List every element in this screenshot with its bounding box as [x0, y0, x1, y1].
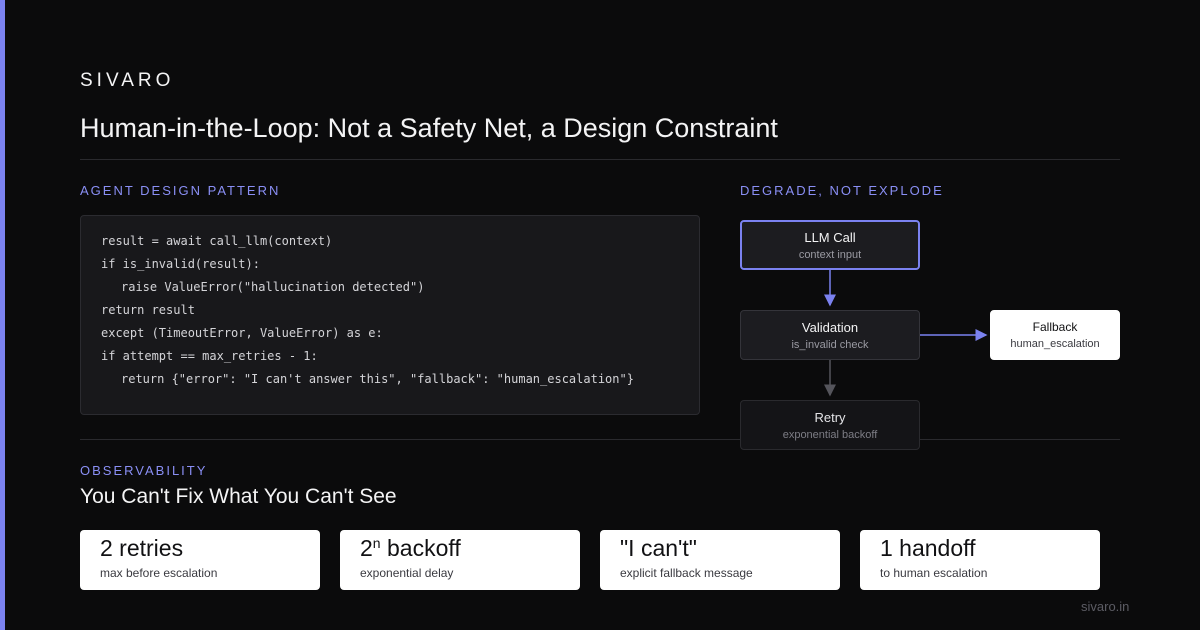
- code-line: result = await call_llm(context): [101, 234, 333, 248]
- code-line: raise ValueError("hallucination detected…: [121, 280, 425, 294]
- node-title: Fallback: [1032, 320, 1078, 334]
- accent-bar: [0, 0, 5, 630]
- section-divider: [80, 439, 1120, 440]
- flow-node-retry: Retry exponential backoff: [740, 400, 920, 450]
- node-subtitle: exponential backoff: [782, 428, 878, 441]
- stat-value: "I can't": [620, 535, 697, 561]
- page-title: Human-in-the-Loop: Not a Safety Net, a D…: [80, 113, 778, 143]
- node-title: LLM Call: [804, 229, 856, 245]
- stat-card-handoff: 1 handoff to human escalation: [860, 530, 1100, 590]
- code-block: result = await call_llm(context) if is_i…: [80, 215, 700, 415]
- header-divider: [80, 159, 1120, 160]
- stat-card-backoff: 2n backoff exponential delay: [340, 530, 580, 590]
- node-subtitle: is_invalid check: [791, 338, 869, 351]
- stat-caption: to human escalation: [880, 566, 988, 580]
- flow-node-validation: Validation is_invalid check: [740, 310, 920, 360]
- node-title: Retry: [814, 409, 846, 425]
- node-subtitle: human_escalation: [1010, 338, 1100, 350]
- node-subtitle: context input: [798, 248, 862, 261]
- stat-value: 2n backoff: [360, 534, 580, 562]
- observability-label: OBSERVABILITY: [80, 463, 208, 478]
- code-line: return result: [101, 303, 195, 317]
- stat-value-exponent: n: [372, 535, 381, 551]
- brand-logo: SIVARO: [80, 70, 175, 91]
- observability-heading: You Can't Fix What You Can't See: [80, 485, 397, 508]
- code-line: if is_invalid(result):: [101, 257, 260, 271]
- stat-caption: exponential delay: [360, 566, 454, 580]
- stat-card-fallback-message: "I can't" explicit fallback message: [600, 530, 840, 590]
- flow-node-llm-call: LLM Call context input: [740, 220, 920, 270]
- code-line: if attempt == max_retries - 1:: [101, 349, 318, 363]
- code-line: except (TimeoutError, ValueError) as e:: [101, 326, 383, 340]
- stat-value: 2 retries: [100, 535, 184, 561]
- stat-value-rest: backoff: [380, 535, 461, 561]
- footer-url: sivaro.in: [1081, 599, 1130, 614]
- stat-card-retries: 2 retries max before escalation: [80, 530, 320, 590]
- stat-value-base: 2: [360, 535, 373, 561]
- stat-caption: explicit fallback message: [620, 566, 753, 580]
- flow-node-fallback: Fallback human_escalation: [990, 310, 1120, 360]
- node-title: Validation: [801, 319, 859, 335]
- flow-section-label: DEGRADE, NOT EXPLODE: [740, 183, 944, 198]
- code-line: return {"error": "I can't answer this", …: [121, 372, 634, 386]
- stat-caption: max before escalation: [100, 566, 218, 580]
- code-section-label: AGENT DESIGN PATTERN: [80, 183, 281, 198]
- stat-value: 1 handoff: [880, 535, 976, 561]
